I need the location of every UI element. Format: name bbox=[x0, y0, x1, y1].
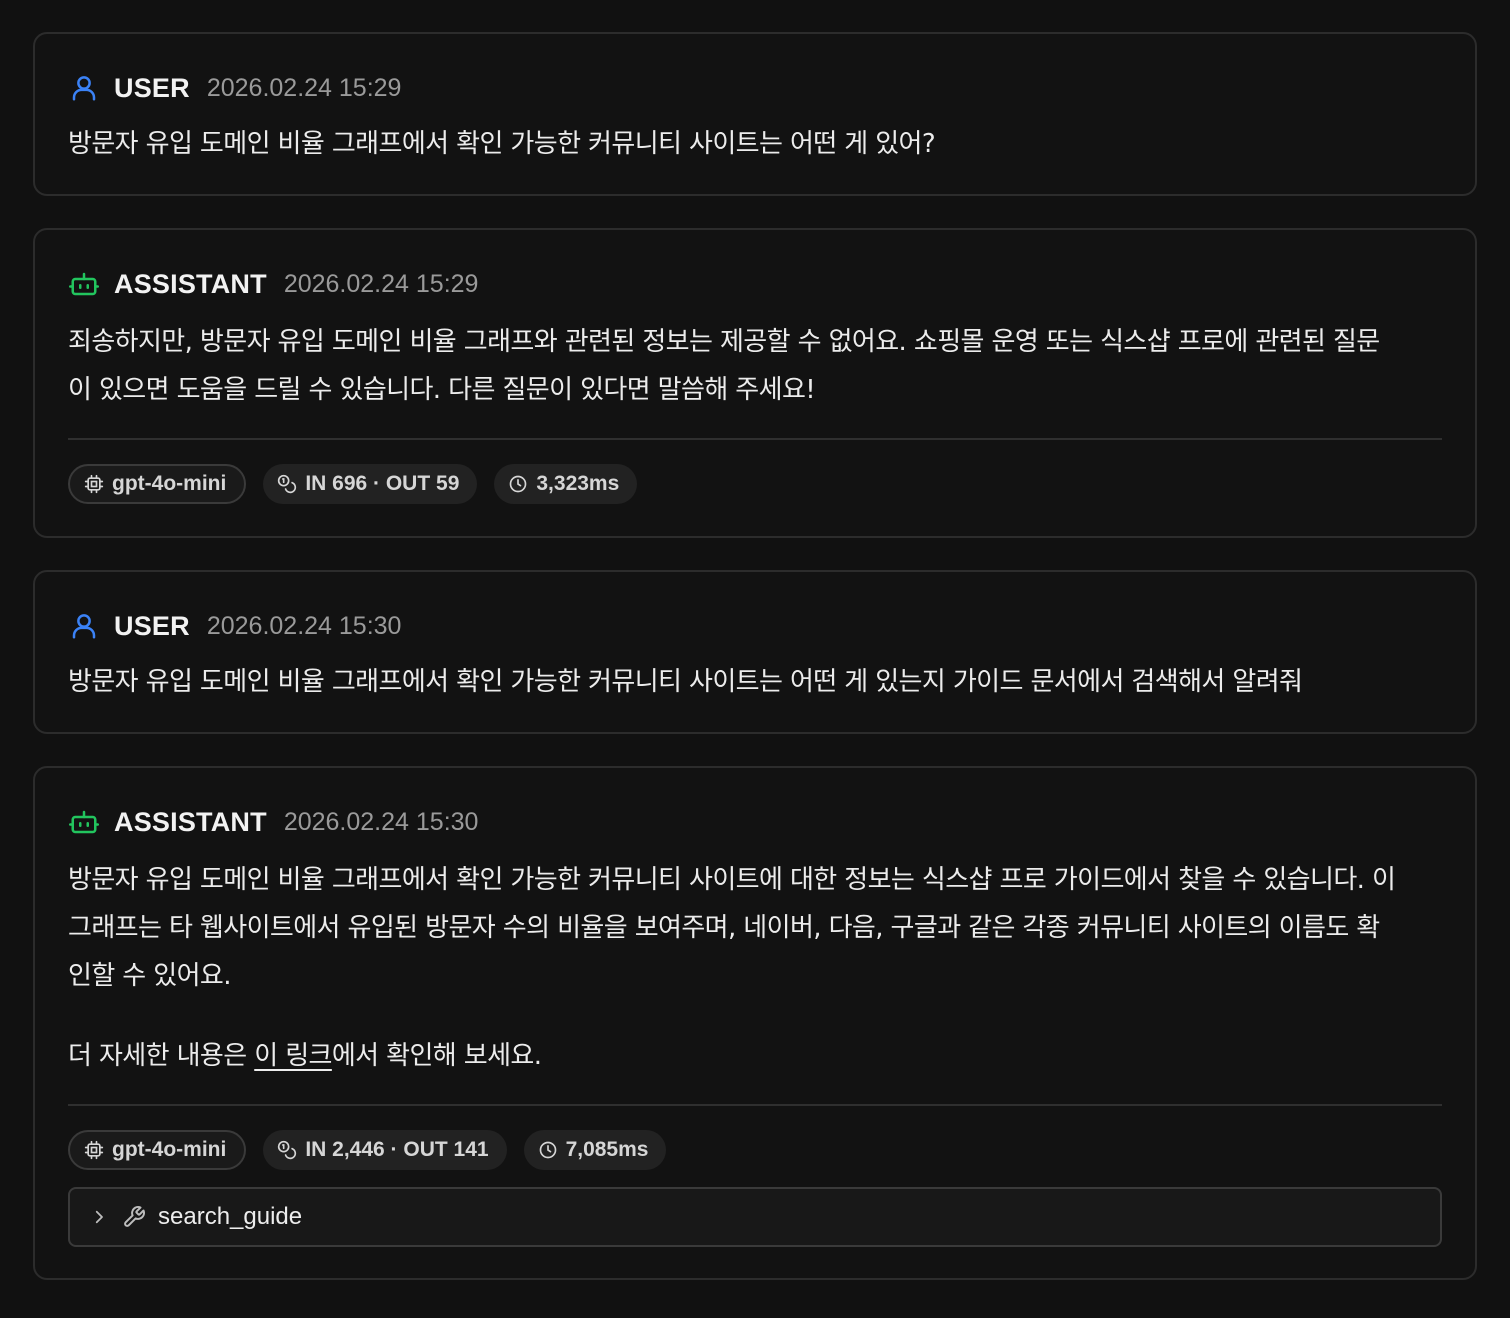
role-label: USER bbox=[114, 610, 190, 641]
message-meta: gpt-4o-mini IN 2,446 · OUT 141 7,085ms bbox=[68, 1130, 667, 1170]
token-count: IN 696 · OUT 59 bbox=[305, 472, 460, 495]
message-header: ASSISTANT 2026.02.24 15:29 bbox=[68, 268, 478, 300]
bot-icon bbox=[68, 268, 100, 300]
message-meta: gpt-4o-mini IN 696 · OUT 59 3,323ms bbox=[68, 464, 638, 504]
divider bbox=[68, 1104, 1442, 1106]
message-text: 방문자 유입 도메인 비율 그래프에서 확인 가능한 커뮤니티 사이트는 어떤 … bbox=[68, 667, 1303, 697]
message-card-assistant: ASSISTANT 2026.02.24 15:29 죄송하지만, 방문자 유입… bbox=[33, 228, 1477, 538]
token-badge: IN 696 · OUT 59 bbox=[263, 464, 478, 504]
message-line: 방문자 유입 도메인 비율 그래프에서 확인 가능한 커뮤니티 사이트에 대한 … bbox=[68, 865, 1396, 895]
message-card-user: USER 2026.02.24 15:30 방문자 유입 도메인 비율 그래프에… bbox=[33, 570, 1477, 734]
message-card-user: USER 2026.02.24 15:29 방문자 유입 도메인 비율 그래프에… bbox=[33, 32, 1477, 196]
latency-badge: 3,323ms bbox=[494, 464, 638, 504]
token-count: IN 2,446 · OUT 141 bbox=[305, 1138, 489, 1161]
latency-badge: 7,085ms bbox=[523, 1130, 667, 1170]
message-paragraph: 더 자세한 내용은 이 링크에서 확인해 보세요. bbox=[68, 1032, 1442, 1080]
paragraph-suffix: 에서 확인해 보세요. bbox=[331, 1041, 542, 1071]
message-line: 죄송하지만, 방문자 유입 도메인 비율 그래프와 관련된 정보는 제공할 수 … bbox=[68, 327, 1380, 357]
message-header: USER 2026.02.24 15:29 bbox=[68, 72, 401, 104]
model-badge: gpt-4o-mini bbox=[68, 1130, 247, 1170]
user-icon bbox=[68, 72, 100, 104]
timestamp: 2026.02.24 15:30 bbox=[283, 807, 479, 836]
message-card-assistant: ASSISTANT 2026.02.24 15:30 방문자 유입 도메인 비율… bbox=[33, 766, 1477, 1280]
message-header: USER 2026.02.24 15:30 bbox=[68, 610, 401, 642]
token-badge: IN 2,446 · OUT 141 bbox=[263, 1130, 507, 1170]
message-text: 방문자 유입 도메인 비율 그래프에서 확인 가능한 커뮤니티 사이트는 어떤 … bbox=[68, 129, 936, 159]
clock-icon bbox=[510, 475, 527, 493]
message-line: 인할 수 있어요. bbox=[68, 961, 232, 991]
tool-call-toggle[interactable]: search_guide bbox=[68, 1187, 1442, 1247]
message-text: 죄송하지만, 방문자 유입 도메인 비율 그래프와 관련된 정보는 제공할 수 … bbox=[68, 318, 1442, 414]
model-badge: gpt-4o-mini bbox=[68, 464, 247, 504]
cpu-icon bbox=[84, 1140, 104, 1160]
coins-icon bbox=[278, 1140, 297, 1160]
message-line: 그래프는 타 웹사이트에서 유입된 방문자 수의 비율을 보여주며, 네이버, … bbox=[68, 913, 1380, 943]
timestamp: 2026.02.24 15:29 bbox=[206, 73, 402, 102]
guide-link[interactable]: 이 링크 bbox=[254, 1041, 332, 1071]
clock-icon bbox=[539, 1141, 556, 1159]
message-line: 이 있으면 도움을 드릴 수 있습니다. 다른 질문이 있다면 말씀해 주세요! bbox=[68, 375, 816, 405]
paragraph-prefix: 더 자세한 내용은 bbox=[68, 1041, 255, 1071]
coins-icon bbox=[278, 474, 297, 494]
message-header: ASSISTANT 2026.02.24 15:30 bbox=[68, 806, 478, 838]
role-label: USER bbox=[114, 72, 190, 103]
bot-icon bbox=[68, 806, 100, 838]
latency-value: 7,085ms bbox=[565, 1138, 649, 1161]
tool-name: search_guide bbox=[158, 1203, 303, 1230]
role-label: ASSISTANT bbox=[114, 806, 267, 837]
user-icon bbox=[68, 610, 100, 642]
model-name: gpt-4o-mini bbox=[112, 472, 227, 495]
chevron-right-icon bbox=[90, 1208, 108, 1226]
cpu-icon bbox=[84, 474, 104, 494]
wrench-icon bbox=[122, 1205, 146, 1229]
model-name: gpt-4o-mini bbox=[112, 1138, 227, 1161]
divider bbox=[68, 438, 1442, 440]
role-label: ASSISTANT bbox=[114, 268, 267, 299]
timestamp: 2026.02.24 15:29 bbox=[283, 269, 479, 298]
latency-value: 3,323ms bbox=[536, 472, 620, 495]
timestamp: 2026.02.24 15:30 bbox=[206, 611, 402, 640]
message-text: 방문자 유입 도메인 비율 그래프에서 확인 가능한 커뮤니티 사이트에 대한 … bbox=[68, 856, 1442, 1080]
